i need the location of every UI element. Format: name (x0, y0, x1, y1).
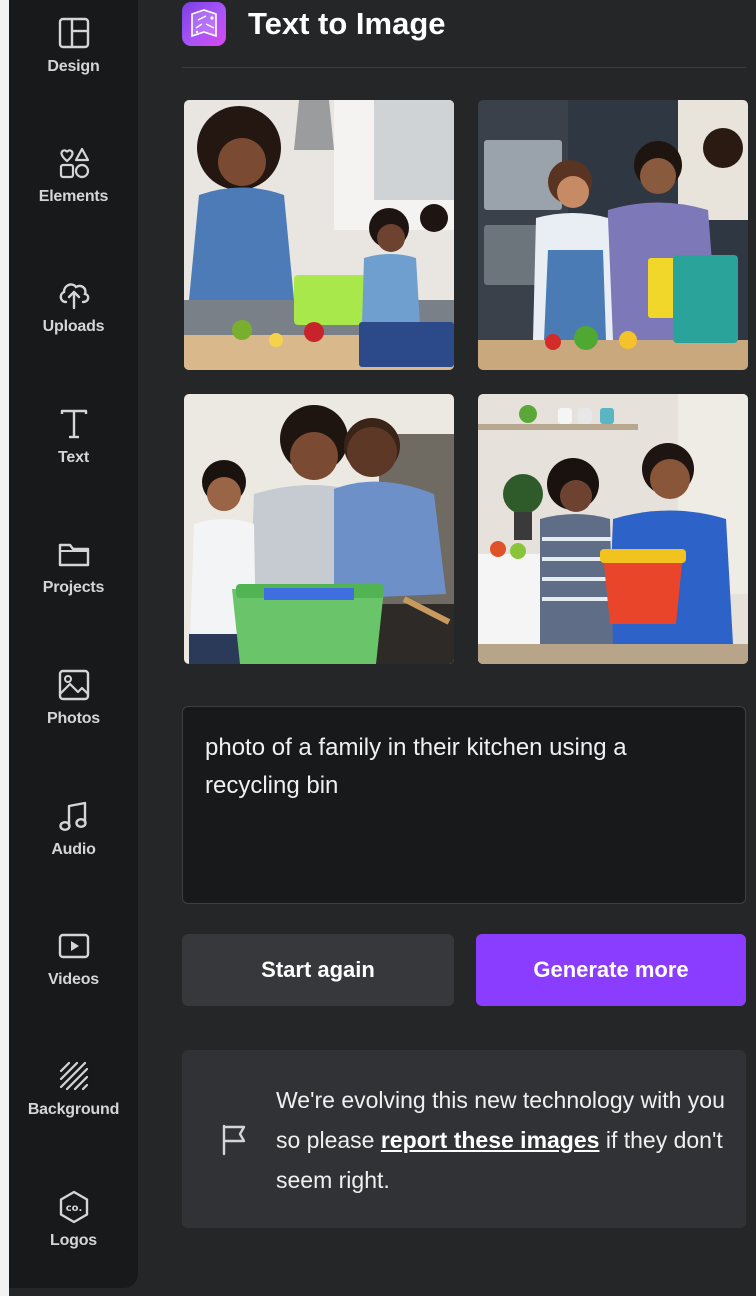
sidebar-item-audio[interactable]: Audio (9, 797, 138, 893)
sidebar-item-label: Audio (51, 841, 96, 858)
hatch-pattern-icon (59, 1061, 88, 1091)
sidebar-item-label: Projects (42, 579, 105, 596)
sidebar-item-label: Text (58, 449, 89, 466)
sidebar-item-design[interactable]: Design (9, 14, 138, 110)
sidebar-item-label: Design (47, 58, 100, 75)
sidebar-item-videos[interactable]: Videos (9, 927, 138, 1023)
sidebar-item-label: Photos (46, 710, 101, 727)
text-to-image-panel: Text to Image photo of a family in their… (138, 0, 756, 1296)
sidebar-item-label: Elements (38, 188, 109, 205)
cloud-upload-icon (59, 283, 89, 310)
window-edge (0, 0, 9, 1296)
folder-icon (58, 543, 89, 567)
co-logo-icon: co. (59, 1190, 88, 1224)
svg-text:co.: co. (65, 1203, 82, 1214)
sidebar-item-logos[interactable]: co. Logos (9, 1188, 138, 1284)
generated-image-2[interactable] (478, 100, 748, 370)
sidebar-item-projects[interactable]: Projects (9, 535, 138, 631)
music-note-icon (58, 801, 87, 832)
text-to-image-app-icon (182, 2, 226, 46)
sidebar-item-uploads[interactable]: Uploads (9, 274, 138, 370)
generated-image-3[interactable] (184, 394, 454, 664)
play-icon (58, 933, 89, 959)
text-icon (60, 409, 87, 439)
prompt-text: photo of a family in their kitchen using… (205, 734, 627, 799)
page-title: Text to Image (248, 6, 446, 41)
generated-image-1[interactable] (184, 100, 454, 370)
sidebar-item-background[interactable]: Background (9, 1057, 138, 1153)
sidebar-item-text[interactable]: Text (9, 405, 138, 501)
report-images-link[interactable]: report these images (381, 1127, 600, 1153)
notice-text: We're evolving this new technology with … (276, 1080, 726, 1200)
feedback-notice: We're evolving this new technology with … (182, 1050, 746, 1228)
sidebar-item-label: Videos (48, 971, 99, 988)
prompt-input[interactable]: photo of a family in their kitchen using… (182, 706, 746, 904)
shapes-icon (59, 147, 89, 179)
sidebar-item-label: Uploads (42, 318, 105, 335)
sidebar-item-label: Logos (50, 1232, 97, 1249)
sidebar-item-label: Background (27, 1101, 120, 1118)
flag-icon (222, 1124, 246, 1156)
sidebar: Design Elements Uploads Text Projects Ph… (9, 0, 138, 1288)
generate-more-button[interactable]: Generate more (476, 934, 746, 1006)
layout-icon (58, 17, 89, 49)
image-icon (58, 669, 89, 701)
start-again-button[interactable]: Start again (182, 934, 454, 1006)
sidebar-item-elements[interactable]: Elements (9, 144, 138, 240)
panel-header: Text to Image (182, 0, 746, 68)
generated-image-4[interactable] (478, 394, 748, 664)
sidebar-item-photos[interactable]: Photos (9, 666, 138, 762)
